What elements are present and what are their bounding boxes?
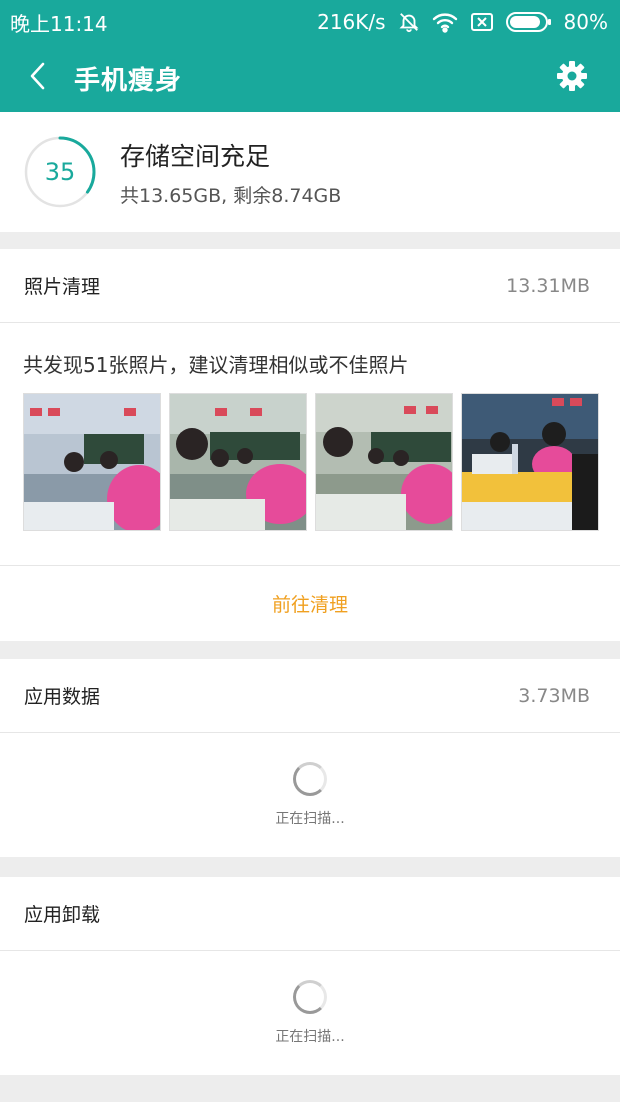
storage-status-title: 存储空间充足 xyxy=(120,141,271,171)
section-size: 13.31MB xyxy=(506,274,590,297)
section-title: 应用卸载 xyxy=(24,904,101,926)
photo-cleanup-card: 照片清理 13.31MB 共发现51张照片，建议清理相似或不佳照片 前往清理 xyxy=(0,249,620,641)
app-data-card: 应用数据 3.73MB 正在扫描... xyxy=(0,659,620,857)
scan-status: 正在扫描... xyxy=(275,1029,345,1045)
bell-muted-icon xyxy=(398,11,420,33)
scanning-indicator: 正在扫描... xyxy=(0,951,620,1075)
no-sim-icon xyxy=(470,12,494,32)
back-button[interactable] xyxy=(8,44,68,112)
photo-thumbnail[interactable] xyxy=(169,393,307,531)
photo-description: 共发现51张照片，建议清理相似或不佳照片 xyxy=(23,353,409,377)
section-size: 3.73MB xyxy=(518,684,590,707)
photo-thumbnail[interactable] xyxy=(315,393,453,531)
section-title: 照片清理 xyxy=(24,276,101,298)
photo-cleanup-header[interactable]: 照片清理 13.31MB xyxy=(0,249,620,323)
storage-summary: 35 存储空间充足 共13.65GB, 剩余8.74GB xyxy=(0,112,620,232)
photo-thumbnail[interactable] xyxy=(461,393,599,531)
storage-score: 35 xyxy=(44,158,76,186)
go-clean-button[interactable]: 前往清理 xyxy=(272,590,348,617)
app-data-header[interactable]: 应用数据 3.73MB xyxy=(0,659,620,733)
gear-icon xyxy=(556,60,588,96)
network-speed: 216K/s xyxy=(317,10,386,34)
page-title: 手机瘦身 xyxy=(74,65,183,96)
scanning-indicator: 正在扫描... xyxy=(0,733,620,857)
section-title: 应用数据 xyxy=(24,686,101,708)
scan-status: 正在扫描... xyxy=(275,811,345,827)
status-icons: 216K/s 80% xyxy=(317,10,608,34)
status-bar: 晚上11:14 216K/s 80% xyxy=(0,0,620,44)
storage-usage-summary: 共13.65GB, 剩余8.74GB xyxy=(120,184,342,207)
photo-thumbnails xyxy=(0,393,620,565)
loading-spinner-icon xyxy=(293,980,327,1014)
battery-icon xyxy=(505,11,552,33)
photo-thumbnail[interactable] xyxy=(23,393,161,531)
status-time: 晚上11:14 xyxy=(10,11,108,36)
app-uninstall-card: 应用卸载 正在扫描... xyxy=(0,877,620,1075)
settings-button[interactable] xyxy=(542,44,602,112)
battery-percent: 80% xyxy=(563,10,608,34)
app-uninstall-header[interactable]: 应用卸载 xyxy=(0,877,620,951)
storage-score-ring: 35 xyxy=(22,134,98,210)
wifi-icon xyxy=(432,11,458,33)
chevron-left-icon xyxy=(28,61,48,95)
app-bar: 手机瘦身 xyxy=(0,44,620,112)
loading-spinner-icon xyxy=(293,762,327,796)
